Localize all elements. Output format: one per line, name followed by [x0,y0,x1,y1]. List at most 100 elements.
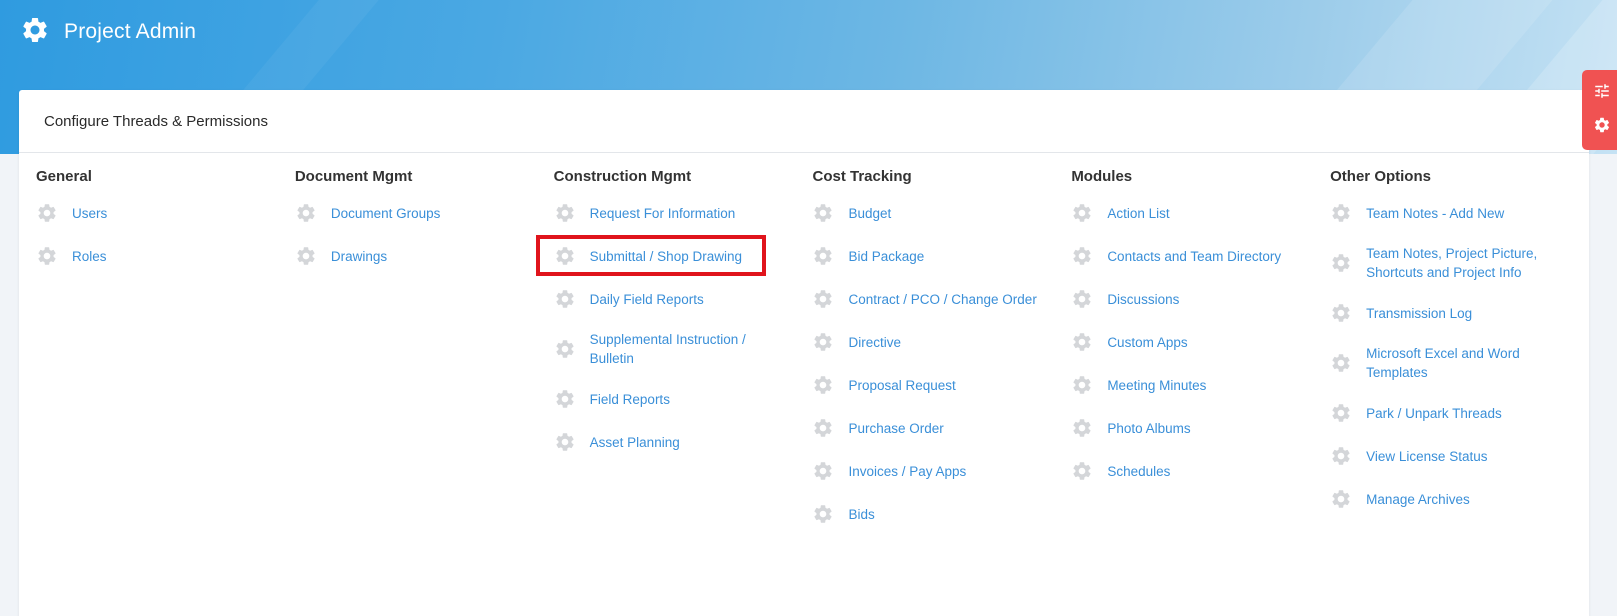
option-link[interactable]: Budget [848,204,891,223]
option-item[interactable]: Team Notes, Project Picture, Shortcuts a… [1330,244,1589,282]
option-link[interactable]: Discussions [1107,290,1179,309]
option-link[interactable]: View License Status [1366,447,1487,466]
option-item[interactable]: Bid Package [812,244,1071,268]
gear-icon[interactable] [554,388,576,410]
gear-icon[interactable] [554,202,576,224]
option-item[interactable]: Meeting Minutes [1071,373,1330,397]
option-item[interactable]: Roles [36,244,295,268]
gear-icon[interactable] [1071,331,1093,353]
option-item[interactable]: Daily Field Reports [554,287,813,311]
option-link[interactable]: Document Groups [331,204,441,223]
gear-icon[interactable] [812,331,834,353]
option-item[interactable]: View License Status [1330,444,1589,468]
gear-icon[interactable] [295,202,317,224]
gear-icon[interactable] [1071,417,1093,439]
option-link[interactable]: Action List [1107,204,1169,223]
option-item[interactable]: Field Reports [554,387,813,411]
gear-icon[interactable] [1071,460,1093,482]
gear-icon[interactable] [1071,202,1093,224]
option-item[interactable]: Document Groups [295,201,554,225]
option-link[interactable]: Request For Information [590,204,736,223]
option-item[interactable]: Manage Archives [1330,487,1589,511]
option-item[interactable]: Invoices / Pay Apps [812,459,1071,483]
option-item[interactable]: Photo Albums [1071,416,1330,440]
option-link[interactable]: Daily Field Reports [590,290,704,309]
option-link[interactable]: Contacts and Team Directory [1107,247,1281,266]
option-item[interactable]: Asset Planning [554,430,813,454]
option-link[interactable]: Contract / PCO / Change Order [848,290,1036,309]
option-link[interactable]: Asset Planning [590,433,680,452]
option-link[interactable]: Park / Unpark Threads [1366,404,1502,423]
gear-icon[interactable] [36,245,58,267]
option-link[interactable]: Custom Apps [1107,333,1187,352]
option-item[interactable]: Supplemental Instruction / Bulletin [554,330,813,368]
gear-icon[interactable] [812,288,834,310]
option-item[interactable]: Request For Information [554,201,813,225]
gear-icon[interactable] [812,245,834,267]
option-link[interactable]: Submittal / Shop Drawing [590,247,742,266]
option-item[interactable]: Purchase Order [812,416,1071,440]
gear-icon[interactable] [812,460,834,482]
gear-icon[interactable] [1330,402,1352,424]
sliders-icon[interactable] [1593,82,1611,105]
gear-icon[interactable] [1330,352,1352,374]
gear-icon[interactable] [1330,488,1352,510]
option-item[interactable]: Submittal / Shop Drawing [535,235,813,276]
option-link[interactable]: Photo Albums [1107,419,1190,438]
option-link[interactable]: Roles [72,247,107,266]
option-item[interactable]: Drawings [295,244,554,268]
gear-icon[interactable] [1330,202,1352,224]
gear-icon[interactable] [295,245,317,267]
option-item[interactable]: Discussions [1071,287,1330,311]
option-link[interactable]: Field Reports [590,390,670,409]
option-link[interactable]: Manage Archives [1366,490,1470,509]
gear-icon[interactable] [554,245,576,267]
gear-icon[interactable] [1071,374,1093,396]
option-item[interactable]: Directive [812,330,1071,354]
option-item[interactable]: Schedules [1071,459,1330,483]
option-item[interactable]: Proposal Request [812,373,1071,397]
column-title: Construction Mgmt [553,168,692,185]
option-item[interactable]: Transmission Log [1330,301,1589,325]
gear-icon[interactable] [1330,302,1352,324]
gear-icon[interactable] [1593,116,1611,139]
option-item[interactable]: Microsoft Excel and Word Templates [1330,344,1589,382]
gear-icon[interactable] [1330,252,1352,274]
option-link[interactable]: Proposal Request [848,376,955,395]
option-item[interactable]: Users [36,201,295,225]
option-item[interactable]: Contacts and Team Directory [1071,244,1330,268]
option-link[interactable]: Users [72,204,107,223]
gear-icon[interactable] [1071,245,1093,267]
gear-icon[interactable] [812,417,834,439]
gear-icon[interactable] [1071,288,1093,310]
option-link[interactable]: Invoices / Pay Apps [848,462,966,481]
option-link[interactable]: Schedules [1107,462,1170,481]
gear-icon[interactable] [554,338,576,360]
option-link[interactable]: Team Notes - Add New [1366,204,1504,223]
gear-icon[interactable] [812,202,834,224]
option-link[interactable]: Drawings [331,247,387,266]
option-link[interactable]: Team Notes, Project Picture, Shortcuts a… [1366,244,1556,282]
option-link[interactable]: Transmission Log [1366,304,1472,323]
option-item[interactable]: Bids [812,502,1071,526]
option-link[interactable]: Purchase Order [848,419,943,438]
gear-icon[interactable] [554,288,576,310]
option-item[interactable]: Custom Apps [1071,330,1330,354]
gear-icon[interactable] [36,202,58,224]
gear-icon[interactable] [554,431,576,453]
configure-card: Configure Threads & Permissions General U… [19,90,1589,616]
option-link[interactable]: Bid Package [848,247,924,266]
gear-icon[interactable] [812,374,834,396]
option-link[interactable]: Microsoft Excel and Word Templates [1366,344,1556,382]
option-item[interactable]: Team Notes - Add New [1330,201,1589,225]
option-item[interactable]: Park / Unpark Threads [1330,401,1589,425]
option-item[interactable]: Contract / PCO / Change Order [812,287,1071,311]
option-item[interactable]: Budget [812,201,1071,225]
option-item[interactable]: Action List [1071,201,1330,225]
option-link[interactable]: Directive [848,333,901,352]
gear-icon[interactable] [812,503,834,525]
gear-icon[interactable] [1330,445,1352,467]
option-link[interactable]: Meeting Minutes [1107,376,1206,395]
option-link[interactable]: Supplemental Instruction / Bulletin [590,330,780,368]
option-link[interactable]: Bids [848,505,874,524]
